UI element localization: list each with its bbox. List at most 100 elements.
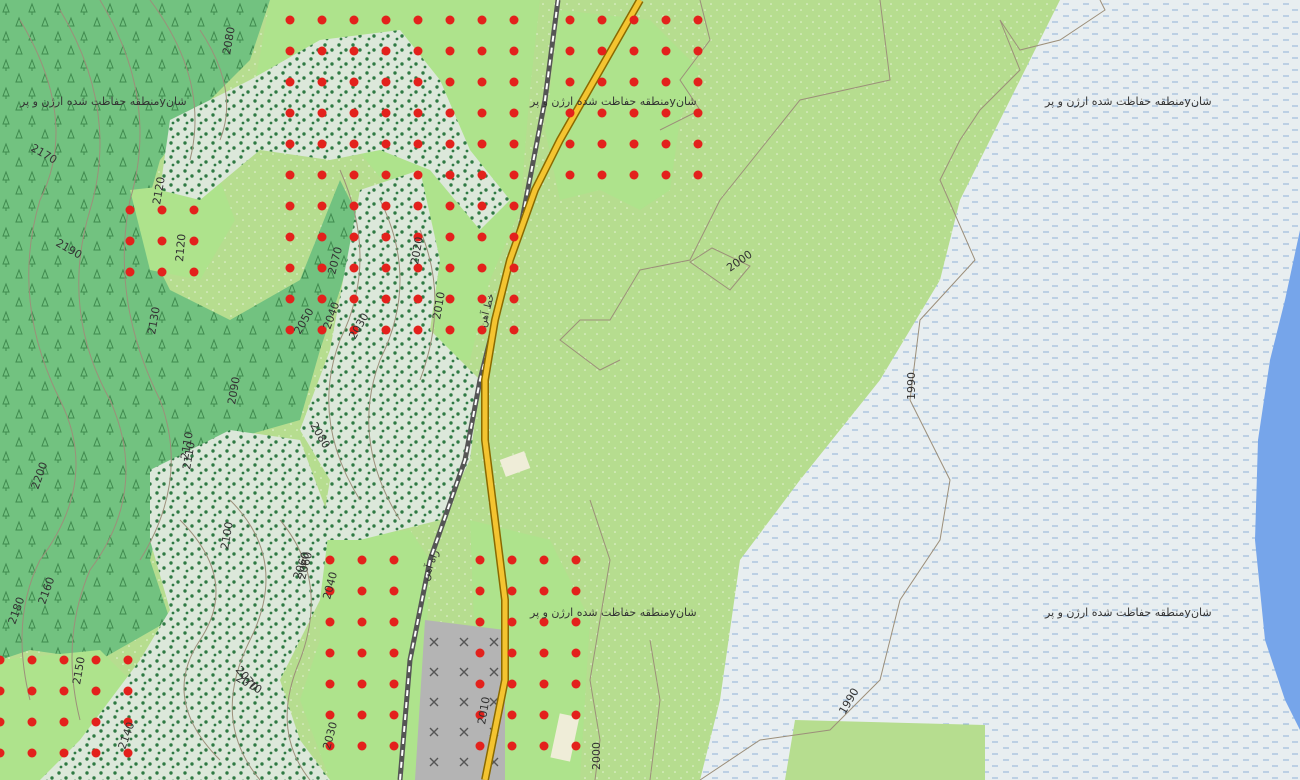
apple-icon <box>357 586 367 596</box>
apple-icon <box>381 170 391 180</box>
apple-icon <box>59 748 69 758</box>
apple-icon <box>477 263 487 273</box>
apple-icon <box>285 15 295 25</box>
apple-icon <box>693 15 703 25</box>
apple-icon <box>381 77 391 87</box>
apple-icon <box>349 15 359 25</box>
apple-icon <box>325 710 335 720</box>
apple-icon <box>445 108 455 118</box>
apple-icon <box>381 201 391 211</box>
apple-icon <box>445 263 455 273</box>
apple-icon <box>539 710 549 720</box>
map-canvas[interactable]: 208021702190 2120 2070 2020201020402050 2030… <box>0 0 1300 780</box>
apple-icon <box>477 139 487 149</box>
apple-icon <box>389 741 399 751</box>
apple-icon <box>597 139 607 149</box>
apple-icon <box>413 108 423 118</box>
apple-icon <box>123 655 133 665</box>
apple-icon <box>693 108 703 118</box>
apple-icon <box>509 46 519 56</box>
apple-icon <box>629 77 639 87</box>
apple-icon <box>285 170 295 180</box>
apple-icon <box>125 267 135 277</box>
apple-icon <box>661 15 671 25</box>
apple-icon <box>475 679 485 689</box>
apple-icon <box>381 15 391 25</box>
apple-icon <box>597 108 607 118</box>
apple-icon <box>381 263 391 273</box>
apple-icon <box>357 555 367 565</box>
apple-icon <box>597 77 607 87</box>
apple-icon <box>285 263 295 273</box>
apple-icon <box>475 648 485 658</box>
apple-icon <box>349 294 359 304</box>
apple-icon <box>509 201 519 211</box>
apple-icon <box>285 201 295 211</box>
apple-icon <box>629 139 639 149</box>
apple-icon <box>565 139 575 149</box>
apple-icon <box>413 15 423 25</box>
apple-icon <box>59 655 69 665</box>
apple-icon <box>317 201 327 211</box>
apple-icon <box>357 741 367 751</box>
apple-icon <box>189 205 199 215</box>
apple-icon <box>381 294 391 304</box>
apple-icon <box>445 170 455 180</box>
apple-icon <box>475 617 485 627</box>
map-view[interactable]: 2080 2170 2190 2120 2070 2020 2010 2040 2050 2030… <box>0 0 1300 780</box>
apple-icon <box>389 710 399 720</box>
apple-icon <box>381 108 391 118</box>
apple-icon <box>597 15 607 25</box>
contour-label: 2000 <box>590 742 603 770</box>
apple-icon <box>349 46 359 56</box>
apple-icon <box>629 15 639 25</box>
apple-icon <box>477 325 487 335</box>
apple-icon <box>349 232 359 242</box>
apple-icon <box>91 655 101 665</box>
apple-icon <box>629 170 639 180</box>
apple-icon <box>507 679 517 689</box>
apple-icon <box>413 77 423 87</box>
apple-icon <box>629 46 639 56</box>
apple-icon <box>693 170 703 180</box>
apple-icon <box>59 717 69 727</box>
apple-icon <box>507 586 517 596</box>
apple-icon <box>317 15 327 25</box>
apple-icon <box>27 655 37 665</box>
apple-icon <box>123 686 133 696</box>
apple-icon <box>27 686 37 696</box>
apple-icon <box>571 710 581 720</box>
apple-icon <box>349 263 359 273</box>
apple-icon <box>597 170 607 180</box>
apple-icon <box>475 741 485 751</box>
apple-icon <box>357 679 367 689</box>
apple-icon <box>507 710 517 720</box>
apple-icon <box>477 77 487 87</box>
apple-icon <box>507 648 517 658</box>
apple-icon <box>157 205 167 215</box>
apple-icon <box>445 201 455 211</box>
apple-icon <box>389 648 399 658</box>
apple-icon <box>59 686 69 696</box>
apple-icon <box>285 77 295 87</box>
apple-icon <box>539 555 549 565</box>
apple-icon <box>445 15 455 25</box>
apple-icon <box>507 741 517 751</box>
apple-icon <box>693 139 703 149</box>
apple-icon <box>157 236 167 246</box>
apple-icon <box>125 236 135 246</box>
apple-icon <box>693 46 703 56</box>
apple-icon <box>189 267 199 277</box>
apple-icon <box>285 139 295 149</box>
apple-icon <box>477 170 487 180</box>
apple-icon <box>477 201 487 211</box>
apple-icon <box>349 77 359 87</box>
apple-icon <box>571 741 581 751</box>
apple-icon <box>539 586 549 596</box>
apple-icon <box>509 263 519 273</box>
apple-icon <box>381 325 391 335</box>
meadow-patch <box>785 720 985 780</box>
apple-icon <box>509 325 519 335</box>
apple-icon <box>445 232 455 242</box>
apple-icon <box>285 108 295 118</box>
